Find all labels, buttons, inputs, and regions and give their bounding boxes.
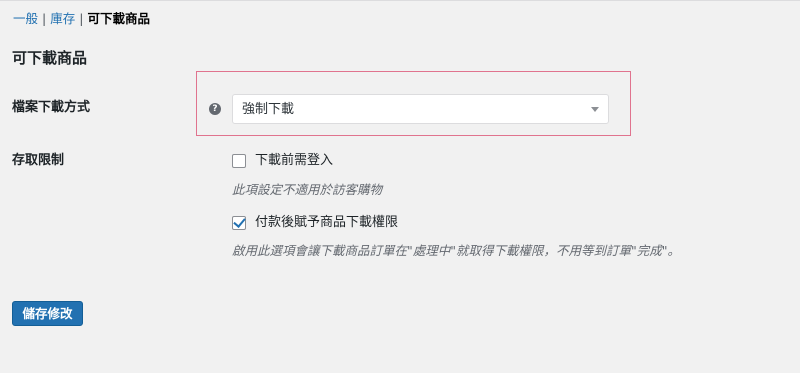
require-login-label[interactable]: 下載前需登入	[255, 152, 333, 170]
page-title: 可下載商品	[12, 49, 88, 67]
grant-access-after-payment-description: 啟用此選項會讓下載商品訂單在"處理中"就取得下載權限，不用等到訂單"完成"。	[232, 243, 680, 258]
top-divider	[0, 0, 800, 1]
download-method-select[interactable]: 強制下載	[232, 94, 609, 124]
breadcrumb-separator: |	[42, 11, 47, 26]
access-restriction-label: 存取限制	[12, 153, 65, 168]
download-method-label: 檔案下載方式	[12, 100, 91, 115]
download-method-selected-value: 強制下載	[242, 102, 295, 117]
chevron-down-icon	[591, 107, 599, 112]
checkmark-icon	[233, 215, 246, 228]
tab-inventory[interactable]: 庫存	[50, 11, 75, 26]
grant-access-after-payment-checkbox[interactable]	[232, 215, 246, 230]
require-login-checkbox[interactable]	[232, 154, 246, 168]
require-login-description: 此項設定不適用於訪客購物	[232, 182, 383, 197]
breadcrumb: 一般 | 庫存 | 可下載商品	[13, 11, 150, 27]
grant-access-after-payment-label[interactable]: 付款後賦予商品下載權限	[255, 214, 398, 232]
tab-downloadable-products: 可下載商品	[87, 11, 150, 26]
tab-general[interactable]: 一般	[13, 11, 38, 26]
help-icon[interactable]: ?	[209, 103, 221, 115]
breadcrumb-separator: |	[79, 11, 84, 26]
save-button[interactable]: 儲存修改	[12, 301, 83, 326]
